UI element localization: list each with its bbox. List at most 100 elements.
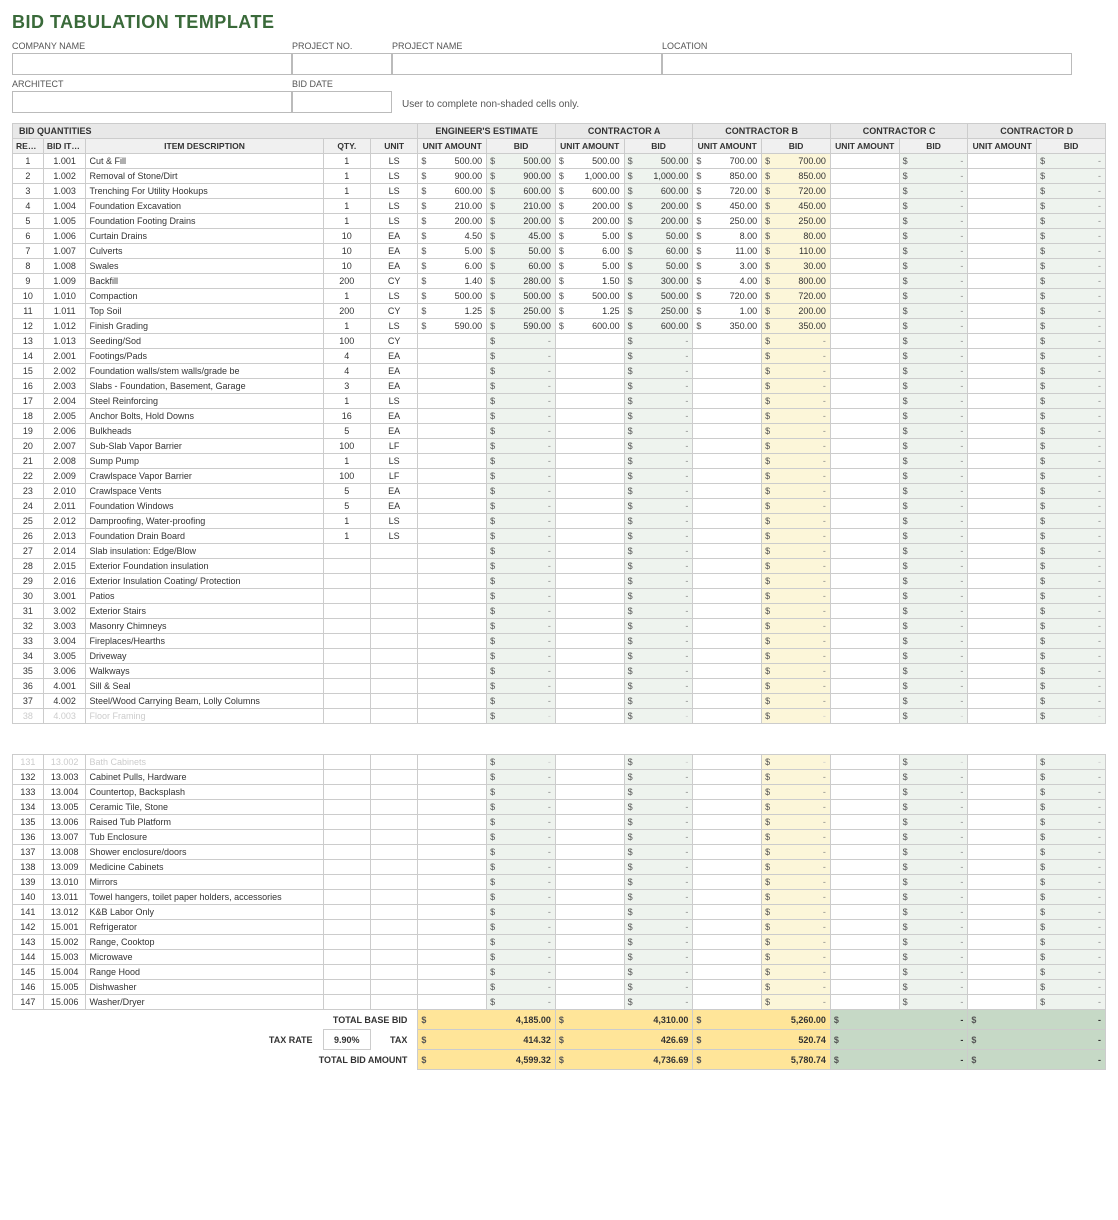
cell[interactable]: 600.00	[418, 184, 487, 199]
cell[interactable]	[830, 169, 899, 184]
cell[interactable]	[693, 559, 762, 574]
cell[interactable]	[830, 905, 899, 920]
cell[interactable]	[693, 574, 762, 589]
cell[interactable]: 1.25	[418, 304, 487, 319]
cell[interactable]: 200.00	[555, 199, 624, 214]
cell[interactable]	[968, 770, 1037, 785]
cell[interactable]	[830, 259, 899, 274]
cell[interactable]	[968, 679, 1037, 694]
qty-cell[interactable]	[323, 980, 370, 995]
cell[interactable]	[555, 815, 624, 830]
cell[interactable]	[830, 815, 899, 830]
cell[interactable]	[418, 920, 487, 935]
qty-cell[interactable]	[323, 679, 370, 694]
unit-cell[interactable]: LF	[370, 439, 417, 454]
unit-cell[interactable]	[370, 634, 417, 649]
cell[interactable]	[968, 394, 1037, 409]
cell[interactable]	[830, 830, 899, 845]
cell[interactable]	[830, 755, 899, 770]
cell[interactable]: 720.00	[693, 289, 762, 304]
cell[interactable]	[555, 349, 624, 364]
unit-cell[interactable]: EA	[370, 349, 417, 364]
cell[interactable]	[968, 950, 1037, 965]
unit-cell[interactable]	[370, 770, 417, 785]
cell[interactable]: 500.00	[555, 154, 624, 169]
unit-cell[interactable]	[370, 860, 417, 875]
cell[interactable]	[418, 709, 487, 724]
cell[interactable]	[968, 274, 1037, 289]
cell[interactable]	[968, 214, 1037, 229]
cell[interactable]	[830, 499, 899, 514]
cell[interactable]	[418, 965, 487, 980]
cell[interactable]	[968, 184, 1037, 199]
cell[interactable]	[418, 544, 487, 559]
cell[interactable]	[418, 755, 487, 770]
cell[interactable]	[830, 649, 899, 664]
qty-cell[interactable]: 1	[323, 529, 370, 544]
unit-cell[interactable]	[370, 679, 417, 694]
cell[interactable]	[418, 664, 487, 679]
qty-cell[interactable]	[323, 709, 370, 724]
unit-cell[interactable]: LS	[370, 169, 417, 184]
cell[interactable]	[968, 694, 1037, 709]
cell[interactable]	[555, 800, 624, 815]
cell[interactable]	[968, 304, 1037, 319]
cell[interactable]	[830, 304, 899, 319]
cell[interactable]	[693, 379, 762, 394]
cell[interactable]	[830, 364, 899, 379]
unit-cell[interactable]	[370, 875, 417, 890]
cell[interactable]	[968, 529, 1037, 544]
cell[interactable]	[418, 860, 487, 875]
cell[interactable]	[693, 454, 762, 469]
cell[interactable]: 6.00	[418, 259, 487, 274]
cell[interactable]	[555, 394, 624, 409]
qty-cell[interactable]	[323, 785, 370, 800]
unit-cell[interactable]: LS	[370, 199, 417, 214]
cell[interactable]	[830, 529, 899, 544]
cell[interactable]	[418, 349, 487, 364]
cell[interactable]	[555, 785, 624, 800]
cell[interactable]	[968, 574, 1037, 589]
cell[interactable]	[555, 965, 624, 980]
cell[interactable]	[555, 379, 624, 394]
cell[interactable]	[418, 845, 487, 860]
cell[interactable]	[418, 379, 487, 394]
cell[interactable]: 200.00	[418, 214, 487, 229]
cell[interactable]	[968, 424, 1037, 439]
cell[interactable]: 4.00	[693, 274, 762, 289]
cell[interactable]	[968, 169, 1037, 184]
unit-cell[interactable]	[370, 619, 417, 634]
cell[interactable]	[830, 875, 899, 890]
unit-cell[interactable]: EA	[370, 499, 417, 514]
qty-cell[interactable]	[323, 770, 370, 785]
cell[interactable]	[968, 319, 1037, 334]
cell[interactable]	[968, 364, 1037, 379]
cell[interactable]: 250.00	[693, 214, 762, 229]
cell[interactable]	[555, 574, 624, 589]
cell[interactable]	[968, 379, 1037, 394]
cell[interactable]	[418, 499, 487, 514]
cell[interactable]	[968, 815, 1037, 830]
cell[interactable]	[693, 394, 762, 409]
cell[interactable]	[693, 905, 762, 920]
cell[interactable]	[693, 800, 762, 815]
cell[interactable]: 1.40	[418, 274, 487, 289]
cell[interactable]: 8.00	[693, 229, 762, 244]
cell[interactable]	[418, 980, 487, 995]
qty-cell[interactable]	[323, 589, 370, 604]
cell[interactable]	[418, 604, 487, 619]
cell[interactable]	[555, 469, 624, 484]
cell[interactable]	[555, 454, 624, 469]
cell[interactable]: 450.00	[693, 199, 762, 214]
biddate-field[interactable]	[292, 91, 392, 113]
projectname-field[interactable]	[392, 53, 662, 75]
cell[interactable]	[830, 289, 899, 304]
unit-cell[interactable]	[370, 890, 417, 905]
unit-cell[interactable]: LS	[370, 529, 417, 544]
cell[interactable]	[555, 529, 624, 544]
qty-cell[interactable]	[323, 905, 370, 920]
qty-cell[interactable]	[323, 649, 370, 664]
cell[interactable]	[418, 484, 487, 499]
cell[interactable]	[968, 514, 1037, 529]
unit-cell[interactable]	[370, 589, 417, 604]
